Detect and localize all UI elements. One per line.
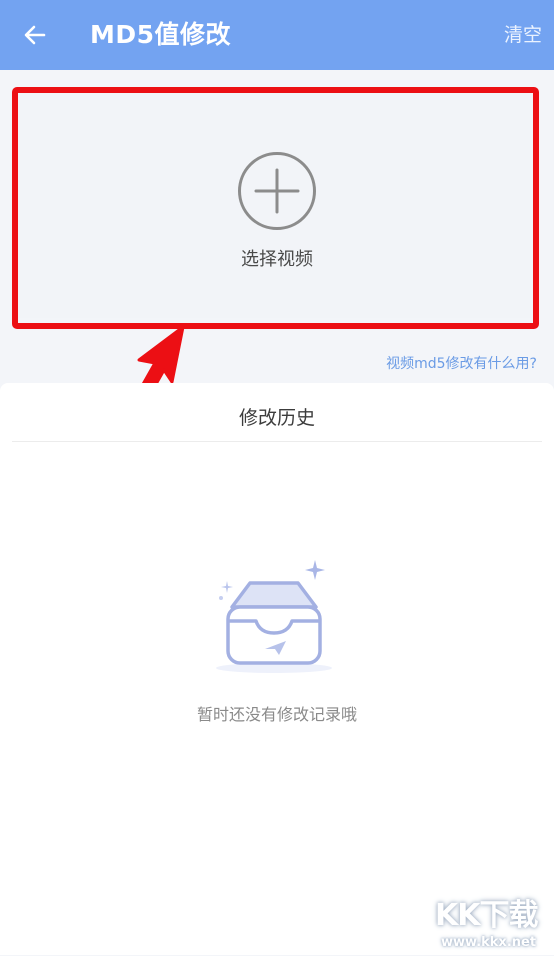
history-title: 修改历史	[238, 407, 315, 429]
select-video-label[interactable]: 选择视频	[0, 245, 554, 271]
empty-inbox-icon	[216, 560, 332, 673]
arrow-left-icon	[24, 25, 46, 45]
history-panel: 修改历史 暂时还没有修改记录哦	[0, 383, 554, 955]
app-bar: MD5值修改 清空	[0, 0, 554, 70]
watermark-logo: KK下载	[435, 898, 538, 933]
page-title: MD5值修改	[90, 20, 232, 49]
add-circle-icon[interactable]	[236, 150, 318, 232]
empty-message: 暂时还没有修改记录哦	[196, 705, 357, 724]
divider	[12, 441, 542, 442]
watermark: KK下载 www.kkx.net	[435, 898, 551, 956]
back-button[interactable]	[16, 16, 54, 54]
clear-button[interactable]: 清空	[504, 21, 542, 49]
md5-help-link[interactable]: 视频md5修改有什么用?	[386, 353, 537, 373]
watermark-url: www.kkx.net	[441, 935, 537, 950]
